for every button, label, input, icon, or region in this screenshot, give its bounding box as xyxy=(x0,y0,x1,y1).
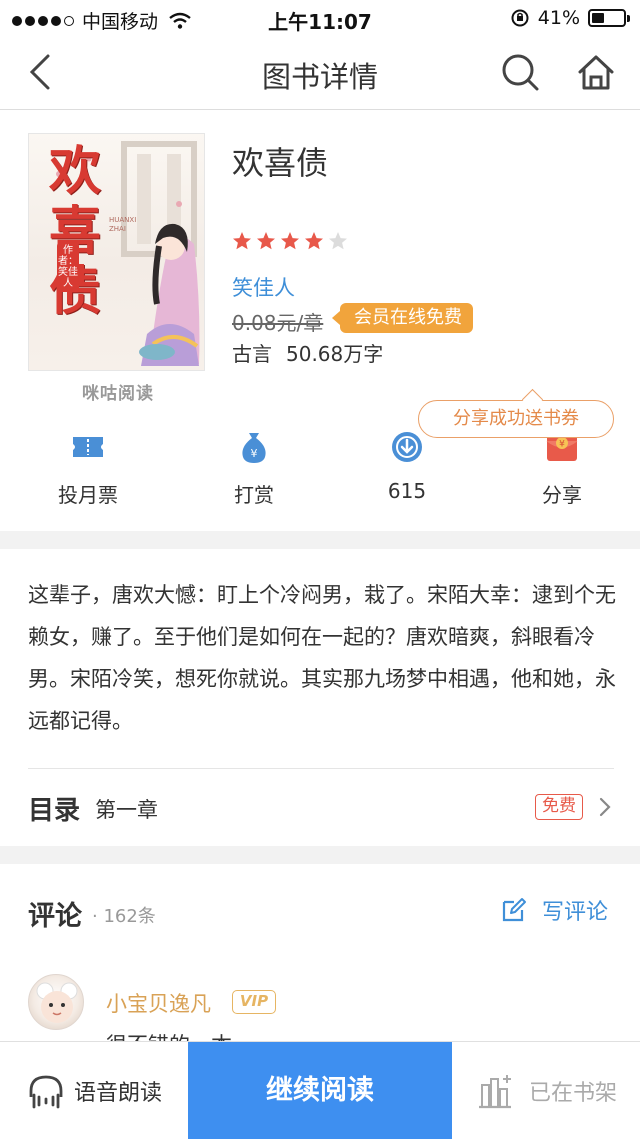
cover-pinyin: HUANXI ZHAI xyxy=(109,216,137,233)
vip-tag: VIP xyxy=(232,990,276,1014)
chapter-price: 0.08元/章 xyxy=(232,311,324,335)
book-title: 欢喜债 xyxy=(232,144,329,182)
action-label-ticket: 投月票 xyxy=(58,483,118,507)
action-label-share: 分享 xyxy=(542,483,582,507)
avatar[interactable] xyxy=(28,974,84,1030)
toc-label: 目录 xyxy=(28,796,81,826)
search-icon[interactable] xyxy=(498,50,542,94)
action-row: 投月票 ¥ 打赏 615 ¥ 分享 xyxy=(0,429,640,509)
monthly-ticket-button[interactable]: 投月票 xyxy=(28,429,148,508)
write-comment-button[interactable]: 写评论 xyxy=(500,894,608,926)
comments-section: 评论 · 162条 写评论 小宝贝逸凡 VIP 很不错的一本 xyxy=(0,864,640,1044)
on-shelf-button[interactable]: 已在书架 xyxy=(452,1042,640,1139)
nav-bar: 图书详情 xyxy=(0,36,640,110)
status-right: 41% xyxy=(510,7,630,29)
on-shelf-label: 已在书架 xyxy=(528,1081,617,1106)
chevron-right-icon xyxy=(599,797,611,817)
battery-percent: 41% xyxy=(537,7,580,29)
star-empty-icon xyxy=(329,232,347,250)
continue-reading-button[interactable]: 继续阅读 xyxy=(188,1042,452,1139)
author-link[interactable]: 笑佳人 xyxy=(232,272,295,302)
download-button[interactable]: 615 xyxy=(347,429,467,503)
cover-author-tag: 作者：笑佳人 xyxy=(57,242,79,292)
battery-icon xyxy=(588,9,630,27)
voice-read-button[interactable]: 语音朗读 xyxy=(0,1042,188,1139)
money-bag-icon: ¥ xyxy=(242,433,266,463)
download-count: 615 xyxy=(387,479,427,503)
action-label-reward: 打赏 xyxy=(234,483,274,507)
share-reward-tooltip[interactable]: 分享成功送书券 xyxy=(418,400,614,438)
toc-chapter: 第一章 xyxy=(95,798,158,822)
comment-username[interactable]: 小宝贝逸凡 xyxy=(106,988,211,1018)
star-filled-icon xyxy=(281,232,299,250)
download-icon xyxy=(392,432,422,462)
status-bar: 中国移动 上午11:07 41% xyxy=(0,0,640,36)
publisher-logo: 咪咕阅读 xyxy=(82,384,154,404)
home-icon[interactable] xyxy=(574,50,618,94)
table-of-contents-row[interactable]: 目录 第一章 免费 xyxy=(0,768,640,846)
cover-title-chars: 欢喜债 xyxy=(49,141,102,322)
book-cover[interactable]: 欢喜债 作者：笑佳人 HUANXI ZHAI xyxy=(28,133,205,371)
book-description: 这辈子，唐欢大憾：盯上个冷闷男，栽了。宋陌大幸：逮到个无赖女，赚了。至于他们是如… xyxy=(28,583,616,733)
book-info: 欢喜债 作者：笑佳人 HUANXI ZHAI 咪咕阅读 欢喜债 笑佳人 0.08… xyxy=(0,111,640,531)
divider-line xyxy=(28,768,614,769)
write-comment-label: 写评论 xyxy=(542,900,609,925)
section-divider xyxy=(0,531,640,549)
voice-read-label: 语音朗读 xyxy=(73,1081,162,1106)
svg-text:¥: ¥ xyxy=(251,447,258,460)
share-button[interactable]: ¥ 分享 xyxy=(502,429,622,508)
orientation-lock-icon xyxy=(511,9,529,27)
reward-button[interactable]: ¥ 打赏 xyxy=(194,429,314,508)
page-title: 图书详情 xyxy=(261,60,378,94)
baby-avatar-art xyxy=(36,982,78,1023)
free-tag: 免费 xyxy=(535,794,583,820)
edit-icon xyxy=(502,898,526,922)
section-divider xyxy=(0,846,640,864)
svg-text:¥: ¥ xyxy=(559,440,565,450)
headphones-icon xyxy=(29,1075,63,1109)
ticket-icon xyxy=(73,437,103,457)
bookshelf-icon xyxy=(478,1075,511,1109)
star-filled-icon xyxy=(233,232,251,250)
comments-count: · 162条 xyxy=(92,906,156,927)
bottom-bar: 语音朗读 继续阅读 已在书架 xyxy=(0,1041,640,1139)
comments-title: 评论 xyxy=(28,901,82,932)
book-meta: 古言 50.68万字 xyxy=(232,338,397,367)
star-filled-icon xyxy=(305,232,323,250)
genre-label: 古言 xyxy=(232,342,272,366)
star-filled-icon xyxy=(257,232,275,250)
rating-stars xyxy=(232,231,348,251)
word-count: 50.68万字 xyxy=(286,342,384,366)
vip-free-badge: 会员在线免费 xyxy=(332,303,473,333)
